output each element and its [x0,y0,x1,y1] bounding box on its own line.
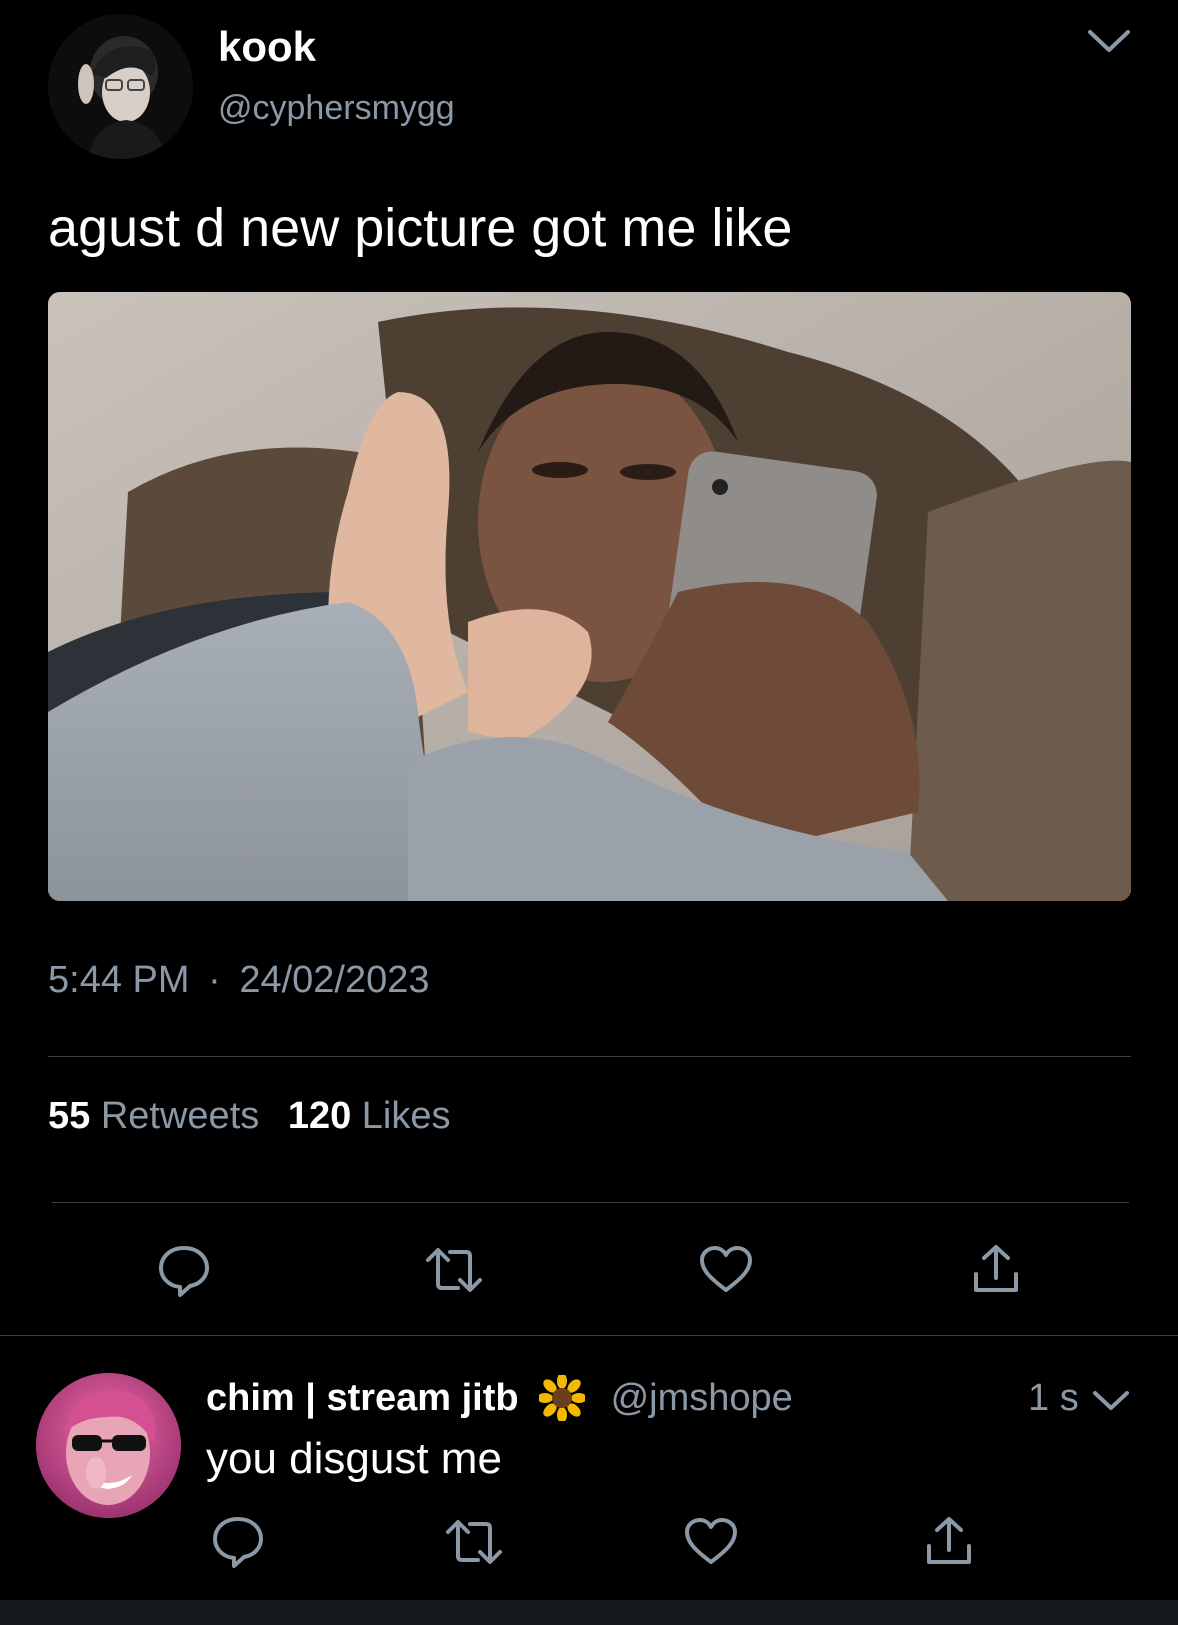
author-display-name[interactable]: kook [218,22,316,72]
timestamp-separator: · [208,959,221,1001]
bottom-bar [0,1600,1178,1625]
retweets-label: Retweets [100,1095,260,1137]
reply-display-name[interactable]: chim | stream jitb [206,1374,519,1422]
likes-label: Likes [361,1095,451,1137]
tweet-photo[interactable] [48,292,1131,901]
sunflower-icon [538,1375,585,1421]
reply-icon[interactable] [156,1242,212,1298]
divider [48,1056,1131,1057]
retweet-count: 55 [48,1095,91,1137]
reply-icon[interactable] [210,1513,266,1569]
tweet-date: 24/02/2023 [239,959,430,1001]
divider [0,1335,1178,1336]
tweet-stats: 55 Retweets 120 Likes [48,1092,451,1140]
reply-text: you disgust me [206,1434,502,1483]
reply-avatar[interactable] [36,1373,181,1518]
like-count: 120 [287,1095,352,1137]
tweet-text: agust d new picture got me like [48,198,793,258]
chevron-down-icon[interactable] [1084,24,1134,56]
tweet-timestamp[interactable]: 5:44 PM · 24/02/2023 [48,956,430,1004]
retweet-icon[interactable] [424,1244,484,1296]
share-icon[interactable] [972,1244,1020,1296]
tweet-time: 5:44 PM [48,959,190,1001]
chevron-down-icon[interactable] [1090,1386,1132,1414]
likes-stat[interactable]: 120 Likes [288,1095,451,1137]
reply-handle[interactable]: @jmshope [611,1374,793,1422]
author-avatar[interactable] [48,14,193,159]
retweet-icon[interactable] [444,1516,504,1568]
divider [52,1202,1129,1203]
heart-icon[interactable] [683,1516,739,1568]
retweets-stat[interactable]: 55 Retweets [48,1095,270,1137]
author-handle[interactable]: @cyphersmygg [218,86,455,130]
reply-header: chim | stream jitb @jmshope [206,1374,793,1422]
reply-age: 1 s [1028,1377,1079,1419]
heart-icon[interactable] [698,1244,754,1296]
share-icon[interactable] [925,1516,973,1568]
